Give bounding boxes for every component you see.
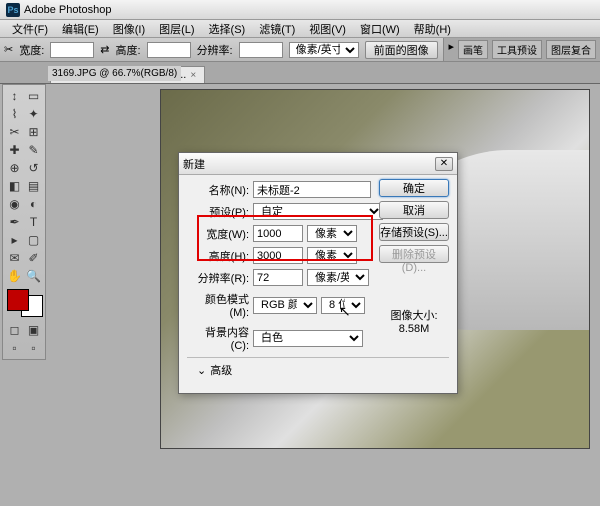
menubar: 文件(F) 编辑(E) 图像(I) 图层(L) 选择(S) 滤镜(T) 视图(V… (0, 20, 600, 38)
preset-label: 预设(P): (187, 204, 249, 220)
menu-view[interactable]: 视图(V) (303, 19, 352, 39)
eyedropper-tool-icon[interactable]: ✐ (24, 249, 43, 267)
brush-tool-icon[interactable]: ✎ (24, 141, 43, 159)
image-size-label: 图像大小: (379, 307, 449, 323)
type-tool-icon[interactable]: T (24, 213, 43, 231)
opt-height-label: 高度: (116, 42, 141, 58)
name-input[interactable] (253, 181, 371, 198)
opt-res-unit[interactable]: 像素/英寸 (289, 42, 359, 58)
advanced-label[interactable]: 高级 (210, 362, 232, 378)
menu-layer[interactable]: 图层(L) (153, 19, 200, 39)
zoom-tool-icon[interactable]: 🔍 (24, 267, 43, 285)
chevron-down-icon[interactable]: ⌄ (197, 364, 206, 377)
menu-filter[interactable]: 滤镜(T) (253, 19, 301, 39)
opt-width-label: 宽度: (19, 42, 44, 58)
mode1-icon[interactable]: ▫ (5, 339, 24, 357)
mode-select[interactable]: RGB 颜色 (253, 297, 317, 314)
dodge-tool-icon[interactable]: ◐ (24, 195, 43, 213)
new-dialog: 新建 ✕ 确定 取消 存储预设(S)... 删除预设(D)... 图像大小: 8… (178, 152, 458, 394)
mode-label: 颜色模式(M): (187, 291, 249, 319)
cancel-button[interactable]: 取消 (379, 201, 449, 219)
titlebar: Ps Adobe Photoshop (0, 0, 600, 20)
panel-tool-presets[interactable]: 工具预设 (492, 40, 542, 59)
panel-brushes[interactable]: 画笔 (458, 40, 488, 59)
pen-tool-icon[interactable]: ✒ (5, 213, 24, 231)
doc-info: 3169.JPG @ 66.7%(RGB/8) (48, 66, 181, 81)
eraser-tool-icon[interactable]: ◧ (5, 177, 24, 195)
panel-layer-comps[interactable]: 图层复合 (546, 40, 596, 59)
height-label: 高度(H): (187, 248, 249, 264)
bg-label: 背景内容(C): (187, 324, 249, 352)
res-unit[interactable]: 像素/英寸 (307, 269, 369, 286)
swap-icon[interactable]: ⇄ (100, 43, 109, 56)
crop-tool-icon[interactable]: ✂ (5, 123, 24, 141)
lasso-tool-icon[interactable]: ⌇ (5, 105, 24, 123)
width-input[interactable] (253, 225, 303, 242)
opt-res-input[interactable] (239, 42, 283, 58)
height-unit[interactable]: 像素 (307, 247, 357, 264)
app-icon: Ps (6, 3, 20, 17)
opt-width-input[interactable] (50, 42, 94, 58)
shape-tool-icon[interactable]: ▢ (24, 231, 43, 249)
menu-help[interactable]: 帮助(H) (408, 19, 457, 39)
marquee-tool-icon[interactable]: ▭ (24, 87, 43, 105)
name-label: 名称(N): (187, 182, 249, 198)
notes-tool-icon[interactable]: ✉ (5, 249, 24, 267)
blur-tool-icon[interactable]: ◉ (5, 195, 24, 213)
dialog-close-icon[interactable]: ✕ (435, 157, 453, 171)
height-input[interactable] (253, 247, 303, 264)
app-title: Adobe Photoshop (24, 4, 111, 16)
toolbox: ↕▭ ⌇✦ ✂⊞ ✚✎ ⊕↺ ◧▤ ◉◐ ✒T ▸▢ ✉✐ ✋🔍 ◻▣ ▫▫ (2, 84, 46, 360)
preset-select[interactable]: 自定 (253, 203, 383, 220)
cursor-icon: ↖ (339, 303, 351, 320)
menu-select[interactable]: 选择(S) (203, 19, 252, 39)
dialog-titlebar[interactable]: 新建 ✕ (179, 153, 457, 175)
heal-tool-icon[interactable]: ✚ (5, 141, 24, 159)
crop-tool-icon: ✂ (4, 43, 13, 56)
close-icon[interactable]: × (190, 70, 196, 81)
quickmask-icon[interactable]: ◻ (5, 321, 24, 339)
gradient-tool-icon[interactable]: ▤ (24, 177, 43, 195)
slice-tool-icon[interactable]: ⊞ (24, 123, 43, 141)
menu-file[interactable]: 文件(F) (6, 19, 54, 39)
menu-image[interactable]: 图像(I) (107, 19, 151, 39)
right-panels: ▸ 画笔 工具预设 图层复合 (443, 38, 600, 61)
move-tool-icon[interactable]: ↕ (5, 87, 24, 105)
fg-color[interactable] (7, 289, 29, 311)
path-tool-icon[interactable]: ▸ (5, 231, 24, 249)
hand-tool-icon[interactable]: ✋ (5, 267, 24, 285)
image-size-value: 8.58M (379, 323, 449, 335)
menu-window[interactable]: 窗口(W) (354, 19, 406, 39)
menu-edit[interactable]: 编辑(E) (56, 19, 105, 39)
panel-toggle-icon[interactable]: ▸ (448, 40, 454, 59)
screenmode-icon[interactable]: ▣ (24, 321, 43, 339)
stamp-tool-icon[interactable]: ⊕ (5, 159, 24, 177)
res-input[interactable] (253, 269, 303, 286)
width-label: 宽度(W): (187, 226, 249, 242)
dialog-title: 新建 (183, 156, 205, 172)
history-brush-icon[interactable]: ↺ (24, 159, 43, 177)
ok-button[interactable]: 确定 (379, 179, 449, 197)
mode2-icon[interactable]: ▫ (24, 339, 43, 357)
color-swatch[interactable] (7, 289, 43, 317)
wand-tool-icon[interactable]: ✦ (24, 105, 43, 123)
delete-preset-button: 删除预设(D)... (379, 245, 449, 263)
save-preset-button[interactable]: 存储预设(S)... (379, 223, 449, 241)
opt-height-input[interactable] (147, 42, 191, 58)
bg-select[interactable]: 白色 (253, 330, 363, 347)
opt-res-label: 分辨率: (197, 42, 233, 58)
front-image-button[interactable]: 前面的图像 (365, 41, 438, 59)
res-label: 分辨率(R): (187, 270, 249, 286)
width-unit[interactable]: 像素 (307, 225, 357, 242)
